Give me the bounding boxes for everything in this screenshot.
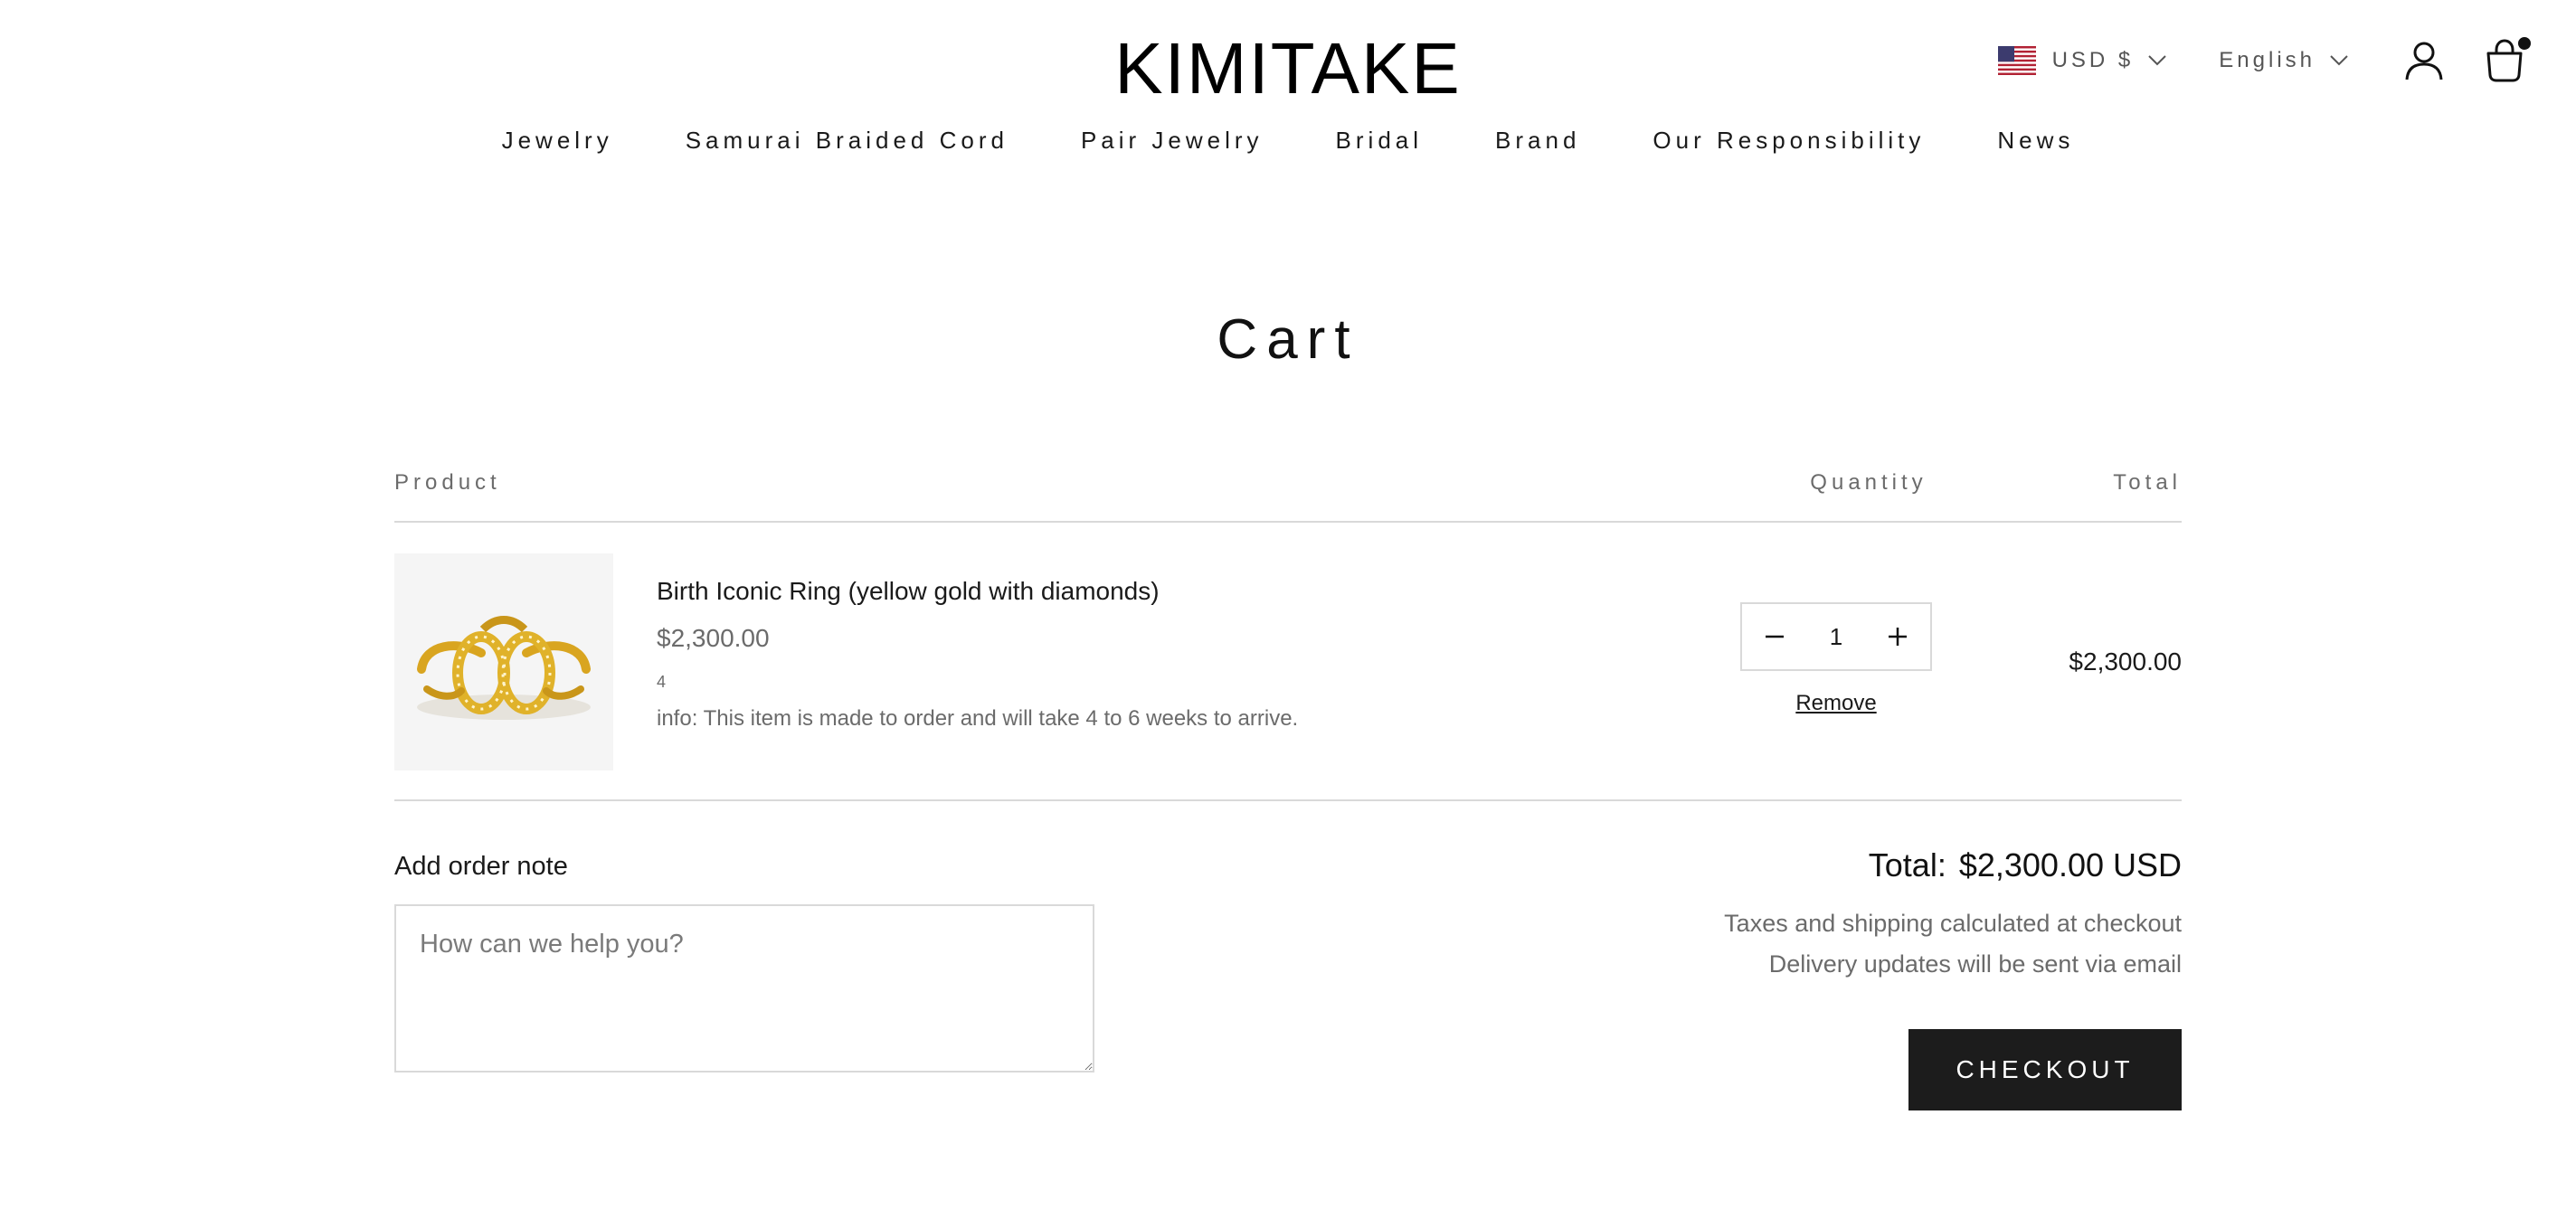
nav-item-news[interactable]: News <box>1997 127 2074 155</box>
cart-page: KIMITAKE USD $ English Jewelry Samurai B… <box>0 0 2576 1219</box>
product-name[interactable]: Birth Iconic Ring (yellow gold with diam… <box>657 577 1298 606</box>
delivery-updates-note: Delivery updates will be sent via email <box>1768 950 2182 978</box>
increase-quantity-button[interactable] <box>1883 622 1912 651</box>
page-title: Cart <box>1217 308 1359 371</box>
decrease-quantity-button[interactable] <box>1760 622 1789 651</box>
cart-total: Total: $2,300.00 USD <box>1724 846 2182 884</box>
language-selector[interactable]: English <box>2219 48 2348 73</box>
order-note-label: Add order note <box>394 852 568 881</box>
nav-item-jewelry[interactable]: Jewelry <box>502 127 613 155</box>
minus-icon <box>1766 635 1784 638</box>
product-info: Birth Iconic Ring (yellow gold with diam… <box>657 577 1298 732</box>
us-flag-icon <box>1997 46 2036 75</box>
cart-line-item: Birth Iconic Ring (yellow gold with diam… <box>394 553 2182 801</box>
quantity-value[interactable]: 1 <box>1830 623 1842 651</box>
header-utilities: USD $ English <box>1997 36 2531 85</box>
gold-diamond-ring-image <box>394 553 613 770</box>
remove-item-link[interactable]: Remove <box>1740 691 1932 716</box>
total-label: Total: <box>1868 846 1946 884</box>
order-note-field[interactable] <box>394 904 1094 1073</box>
quantity-stepper: 1 <box>1740 602 1932 671</box>
cart-summary: Total: $2,300.00 USD Taxes and shipping c… <box>1724 846 2182 978</box>
product-variant: 4 <box>657 673 667 691</box>
main-navigation: Jewelry Samurai Braided Cord Pair Jewelr… <box>0 127 2576 155</box>
tax-shipping-note: Taxes and shipping calculated at checkou… <box>1724 910 2182 937</box>
product-price: $2,300.00 <box>657 624 770 652</box>
cart-table-header: Product Quantity Total <box>394 470 2182 523</box>
line-item-total: $2,300.00 <box>2069 647 2182 676</box>
currency-label: USD $ <box>2051 48 2135 72</box>
nav-item-pair-jewelry[interactable]: Pair Jewelry <box>1081 127 1264 155</box>
cart-indicator-dot <box>2518 37 2531 50</box>
nav-item-brand[interactable]: Brand <box>1495 127 1580 155</box>
total-value: $2,300.00 USD <box>1958 846 2182 884</box>
nav-item-samurai-braided-cord[interactable]: Samurai Braided Cord <box>686 127 1009 155</box>
nav-item-bridal[interactable]: Bridal <box>1336 127 1423 155</box>
checkout-button[interactable]: CHECKOUT <box>1908 1029 2182 1110</box>
chevron-down-icon <box>2330 55 2348 66</box>
chevron-down-icon <box>2148 55 2166 66</box>
language-label: English <box>2219 48 2316 72</box>
product-thumbnail[interactable] <box>394 553 613 770</box>
user-icon[interactable] <box>2404 41 2444 80</box>
column-header-quantity: Quantity <box>1810 470 1927 495</box>
product-lead-time-note: info: This item is made to order and wil… <box>657 706 1299 731</box>
cart-button[interactable] <box>2484 37 2531 82</box>
column-header-product: Product <box>394 470 501 495</box>
column-header-total: Total <box>2113 470 2182 495</box>
nav-item-our-responsibility[interactable]: Our Responsibility <box>1653 127 1925 155</box>
plus-icon <box>1889 628 1907 646</box>
currency-selector[interactable]: USD $ <box>1997 46 2167 75</box>
